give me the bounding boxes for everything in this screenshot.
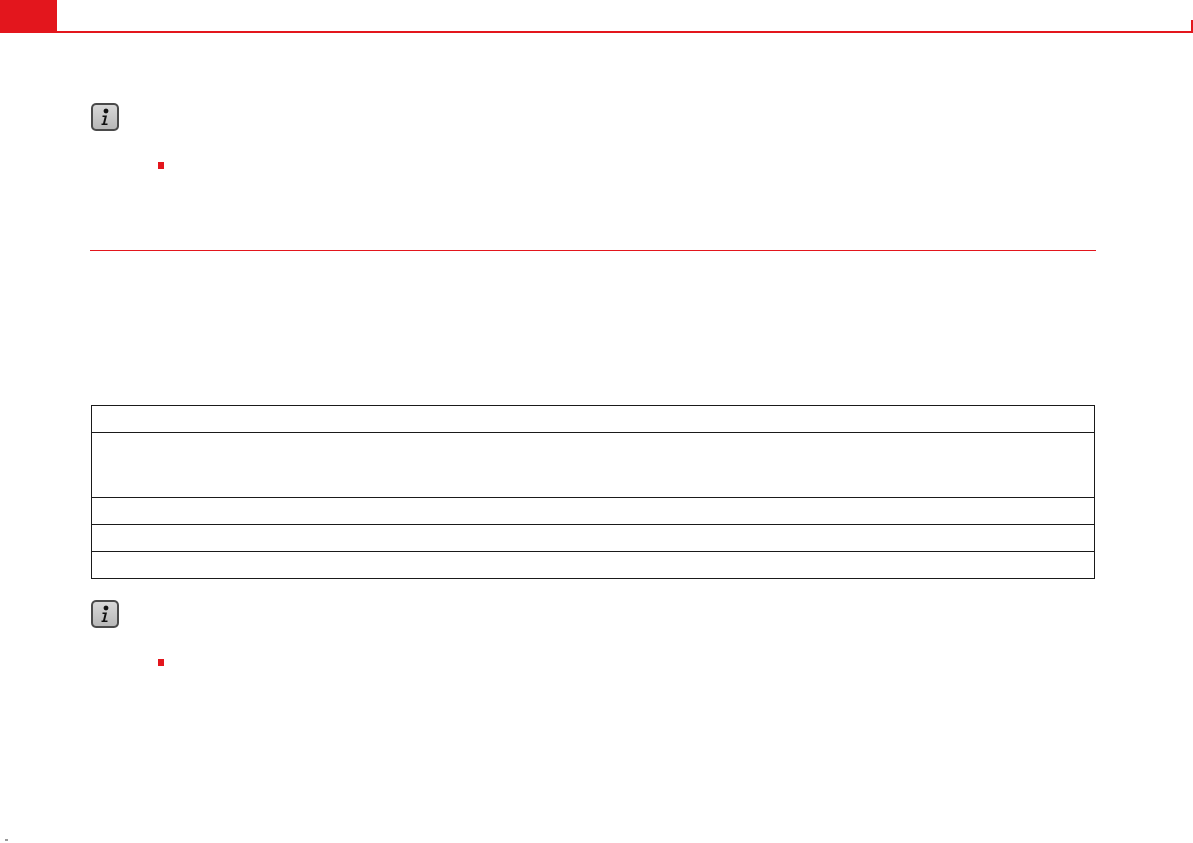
table-row	[91, 405, 1095, 433]
table-cell	[91, 432, 1095, 498]
table-row	[91, 497, 1095, 525]
page-mark	[5, 839, 8, 841]
table-cell	[91, 524, 1095, 552]
table-row	[91, 524, 1095, 552]
header-rule	[57, 31, 1193, 33]
table-row	[91, 551, 1095, 579]
info-icon	[91, 600, 119, 628]
info-icon	[91, 103, 119, 131]
table-cell	[91, 497, 1095, 525]
table-cell	[91, 405, 1095, 433]
bullet-icon	[158, 659, 164, 666]
section-divider	[90, 250, 1096, 251]
header-color-tab	[0, 0, 57, 33]
content-table	[91, 405, 1095, 579]
table-row	[91, 432, 1095, 498]
table-cell	[91, 551, 1095, 579]
bullet-icon	[158, 162, 164, 169]
